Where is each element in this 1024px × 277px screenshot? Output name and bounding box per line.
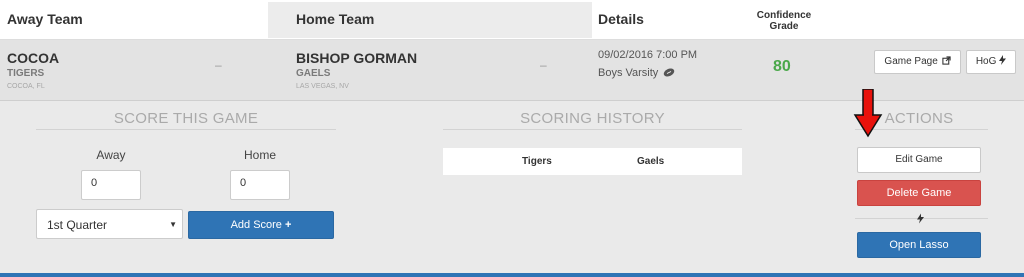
home-team-name[interactable]: BISHOP GORMAN	[296, 50, 417, 66]
home-score: –	[540, 58, 547, 72]
history-column-away: Tigers	[522, 156, 552, 167]
hog-button[interactable]: HoG	[966, 50, 1016, 74]
delete-game-button[interactable]: Delete Game	[857, 180, 981, 206]
plus-icon: +	[285, 219, 292, 231]
history-section-divider	[443, 129, 742, 130]
edit-game-button[interactable]: Edit Game	[857, 147, 981, 173]
game-level-label: Boys Varsity	[598, 67, 659, 79]
red-down-arrow	[853, 89, 883, 138]
period-select[interactable]: 1st Quarter ▼	[36, 209, 183, 239]
score-section-title: SCORE THIS GAME	[113, 110, 259, 127]
game-date-time: 09/02/2016 7:00 PM	[598, 49, 698, 61]
confidence-grade-value: 80	[773, 58, 791, 75]
home-score-input[interactable]: 0	[230, 170, 290, 200]
table-header: Away Team Home Team Details Confidence G…	[0, 0, 1024, 40]
home-score-label: Home	[243, 148, 276, 162]
bolt-icon	[917, 213, 924, 224]
period-select-value: 1st Quarter	[47, 218, 108, 232]
dropdown-caret-icon: ▼	[169, 220, 177, 229]
away-team-mascot: TIGERS	[7, 68, 45, 79]
away-team-name[interactable]: COCOA	[7, 50, 59, 66]
game-level: Boys Varsity	[598, 67, 675, 79]
open-lasso-button[interactable]: Open Lasso	[857, 232, 981, 258]
away-score-input[interactable]: 0	[81, 170, 141, 200]
panel-bottom-border	[0, 273, 1024, 277]
add-score-label: Add Score	[230, 219, 282, 231]
bolt-icon	[999, 55, 1007, 65]
history-column-home: Gaels	[637, 156, 665, 167]
details-header: Details	[598, 11, 644, 27]
add-score-button[interactable]: Add Score +	[188, 211, 334, 239]
scoring-history-table: Tigers Gaels	[443, 148, 742, 175]
score-section-divider	[36, 129, 336, 130]
hog-label: HoG	[975, 56, 997, 67]
home-team-mascot: GAELS	[296, 68, 331, 79]
confidence-header-line1: Confidence	[756, 10, 812, 21]
game-page-label: Game Page	[884, 56, 938, 67]
confidence-grade-header: Confidence Grade	[744, 10, 824, 32]
external-link-icon	[941, 56, 951, 65]
home-team-location: LAS VEGAS, NV	[296, 83, 349, 90]
away-score: –	[215, 58, 222, 72]
confidence-header-line2: Grade	[769, 21, 799, 32]
game-page-button[interactable]: Game Page	[874, 50, 961, 74]
home-team-header: Home Team	[296, 11, 375, 27]
away-score-label: Away	[96, 148, 126, 162]
away-team-header: Away Team	[7, 11, 83, 27]
history-section-title: SCORING HISTORY	[520, 110, 665, 127]
football-icon	[664, 68, 675, 77]
away-team-location: COCOA, FL	[7, 83, 45, 90]
